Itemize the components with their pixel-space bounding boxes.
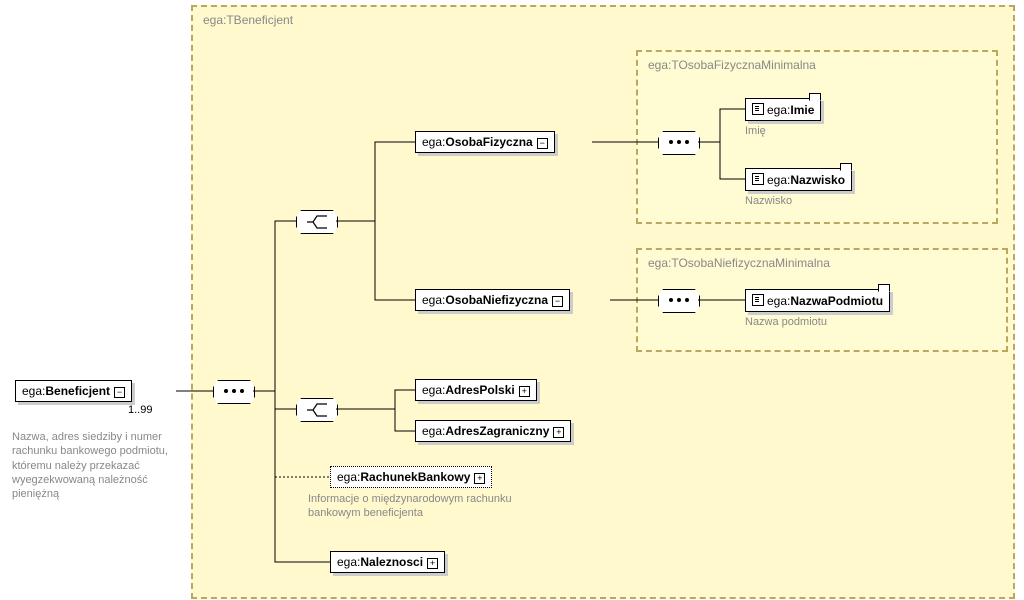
type-label: ega:TBeneficjent [203, 13, 293, 27]
expand-icon[interactable]: + [553, 427, 564, 438]
doc-rachunek: Informacje o międzynarodowym rachunku ba… [308, 492, 528, 521]
doc-imie: Imię [745, 124, 766, 138]
expand-icon[interactable]: + [474, 473, 485, 484]
element-nazwa-podmiotu[interactable]: ega:NazwaPodmiotu [745, 289, 890, 312]
element-adres-zagraniczny[interactable]: ega:AdresZagraniczny+ [415, 420, 571, 442]
element-naleznosci[interactable]: ega:Naleznosci+ [330, 551, 445, 573]
element-osoba-niefizyczna[interactable]: ega:OsobaNiefizyczna− [415, 289, 570, 311]
element-beneficjent[interactable]: ega:Beneficjent− [15, 380, 132, 402]
tab-icon [878, 284, 890, 292]
elem-name: Beneficjent [45, 384, 110, 398]
choice-compositor-address[interactable] [296, 398, 338, 422]
doc-nazwa: Nazwa podmiotu [745, 315, 827, 329]
sequence-compositor-niefiz[interactable] [658, 289, 700, 313]
choice-icon [303, 400, 331, 420]
collapse-icon[interactable]: − [552, 296, 563, 307]
element-nazwisko[interactable]: ega:Nazwisko [745, 168, 852, 191]
choice-compositor-person[interactable] [296, 210, 338, 234]
doc-nazwisko: Nazwisko [745, 194, 792, 208]
prefix: ega: [22, 384, 45, 398]
doc-beneficjent: Nazwa, adres siedziby i numer rachunku b… [12, 430, 187, 501]
type-label-niefiz: ega:TOsobaNiefizycznaMinimalna [648, 256, 830, 270]
sequence-compositor-main[interactable] [213, 380, 255, 404]
element-osoba-fizyczna[interactable]: ega:OsobaFizyczna− [415, 131, 555, 153]
element-rachunek-bankowy[interactable]: ega:RachunekBankowy+ [330, 466, 492, 488]
element-imie[interactable]: ega:Imie [745, 98, 821, 121]
type-label-fiz: ega:TOsobaFizycznaMinimalna [648, 58, 816, 72]
sequence-compositor-fiz[interactable] [658, 131, 700, 155]
element-adres-polski[interactable]: ega:AdresPolski+ [415, 379, 537, 401]
occurrence: 1..99 [128, 404, 152, 416]
data-icon [752, 294, 764, 306]
data-icon [752, 173, 764, 185]
collapse-icon[interactable]: − [537, 138, 548, 149]
tab-icon [840, 163, 852, 171]
collapse-icon[interactable]: − [114, 387, 125, 398]
expand-icon[interactable]: + [427, 558, 438, 569]
choice-icon [303, 212, 331, 232]
tab-icon [809, 93, 821, 101]
data-icon [752, 103, 764, 115]
expand-icon[interactable]: + [519, 386, 530, 397]
